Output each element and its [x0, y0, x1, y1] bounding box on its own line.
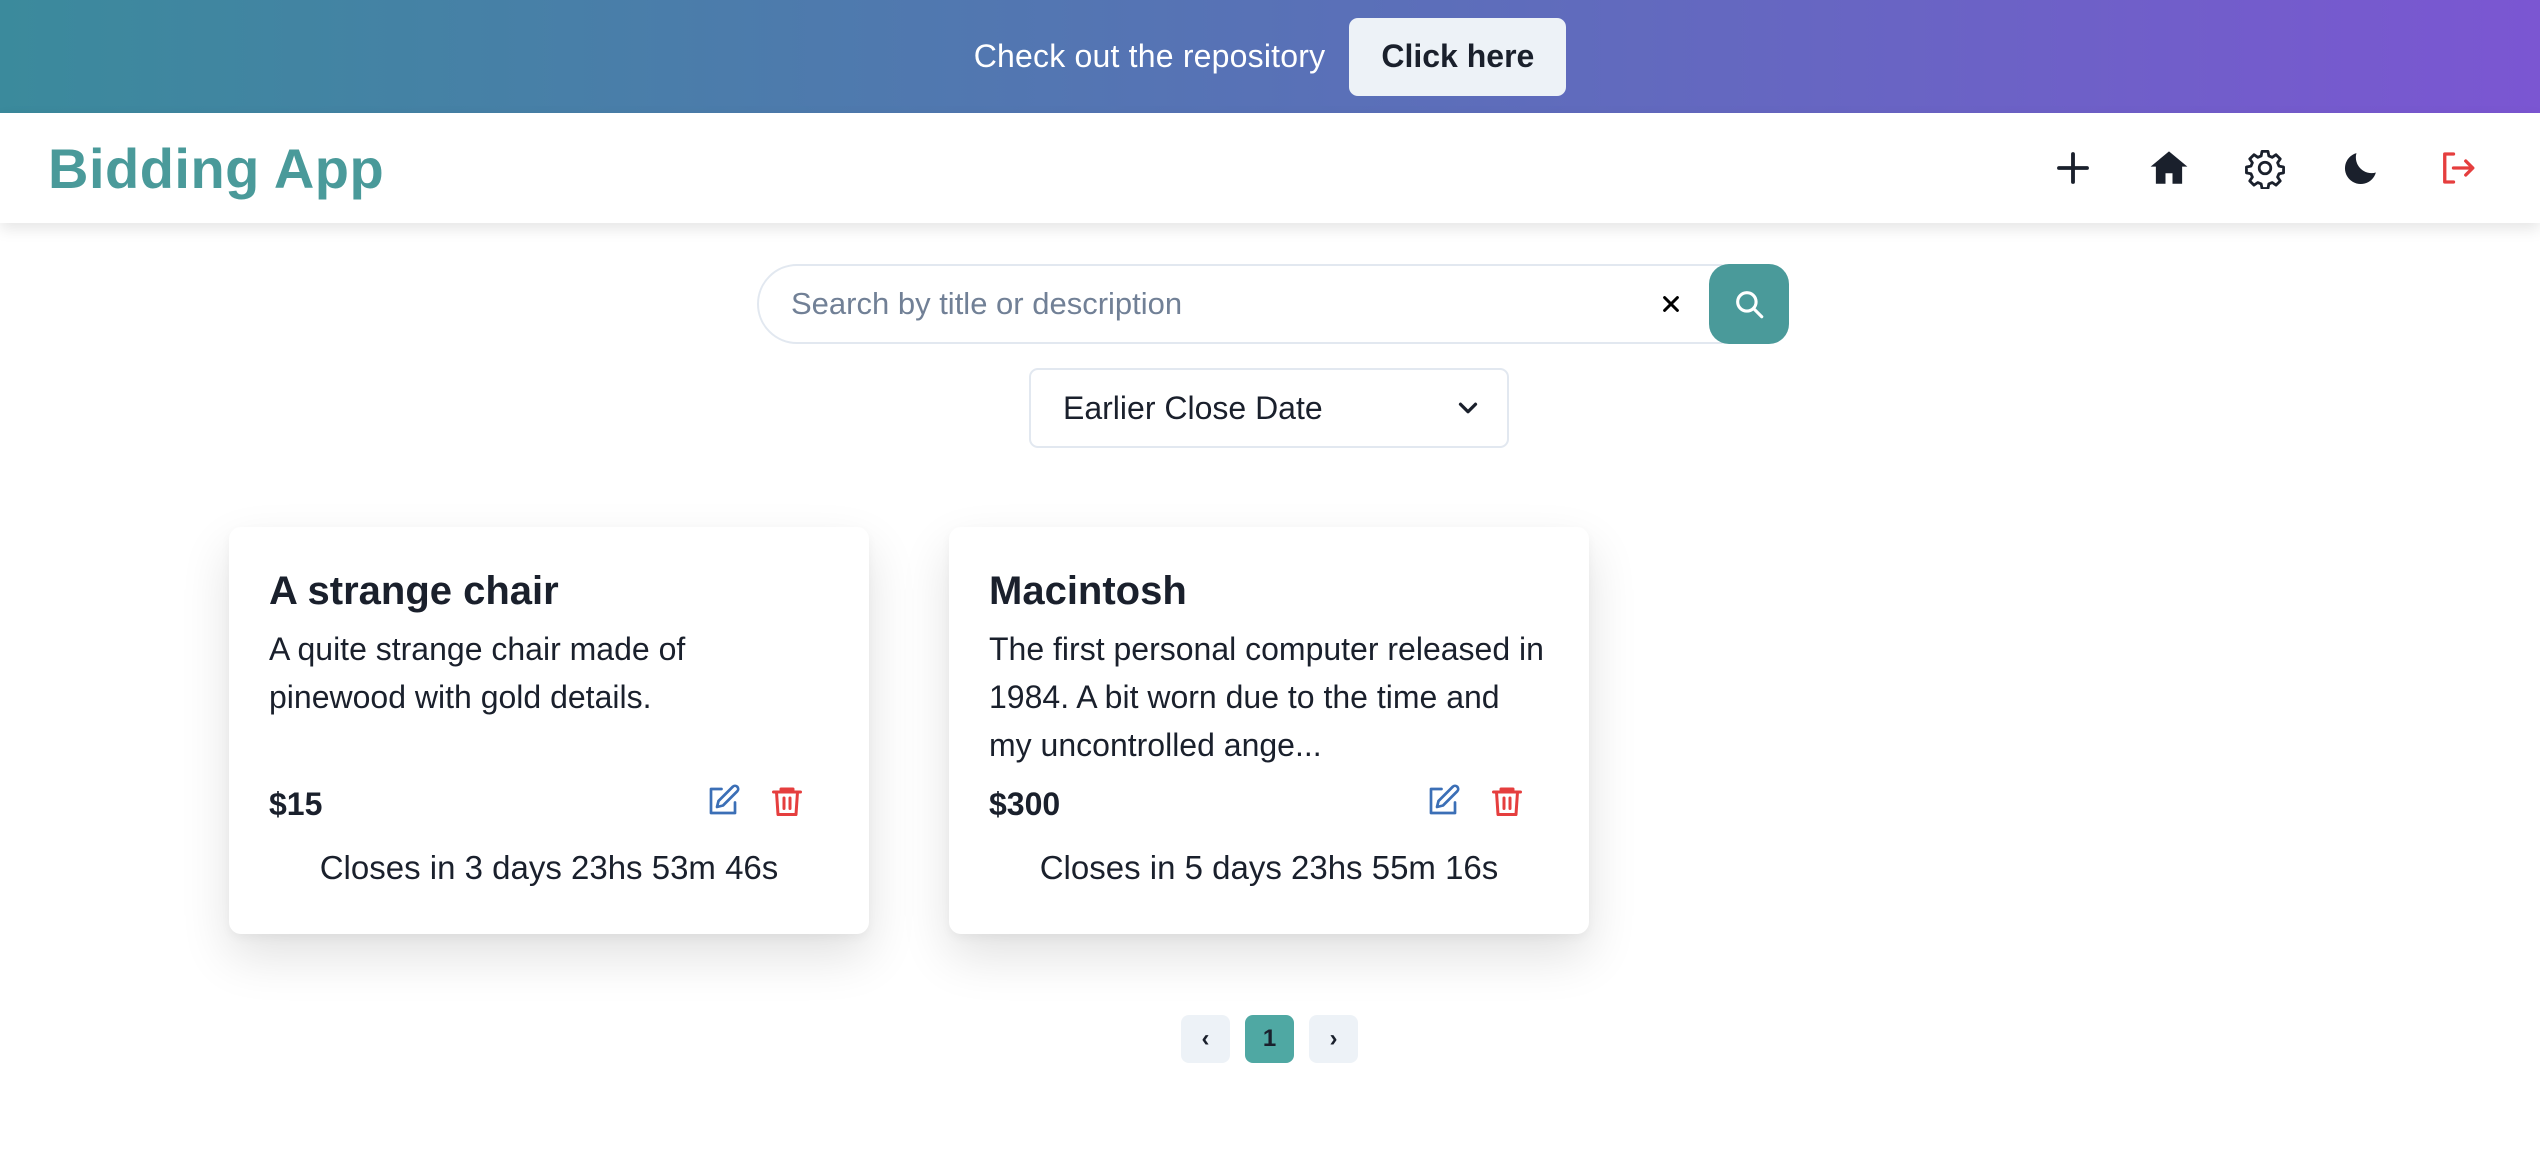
next-page-button[interactable]: › — [1309, 1015, 1358, 1063]
nav-actions — [2048, 143, 2492, 193]
delete-item-button[interactable] — [1489, 783, 1525, 819]
moon-icon — [2344, 153, 2376, 185]
trash-icon — [1492, 787, 1522, 816]
promo-banner: Check out the repository Click here — [0, 0, 2540, 113]
home-icon — [2150, 151, 2188, 184]
item-card[interactable]: Macintosh The first personal computer re… — [949, 527, 1589, 934]
search-input[interactable] — [757, 264, 1757, 344]
chevron-down-icon — [1458, 402, 1478, 414]
item-title: A strange chair — [269, 569, 559, 613]
sort-selected-value: Earlier Close Date — [1063, 389, 1323, 426]
previous-page-button[interactable]: ‹ — [1181, 1015, 1230, 1063]
edit-item-button[interactable] — [705, 783, 741, 819]
clear-search-button[interactable] — [1651, 284, 1691, 324]
item-closes-countdown: Closes in 5 days 23hs 55m 16s — [1039, 849, 1499, 886]
edit-item-button[interactable] — [1425, 783, 1461, 819]
banner-text: Check out the repository — [973, 38, 1326, 74]
edit-icon — [709, 784, 740, 815]
search-button[interactable] — [1709, 264, 1789, 344]
page-button[interactable]: 1 — [1245, 1015, 1294, 1063]
trash-icon — [772, 787, 802, 816]
app-title[interactable]: Bidding App — [48, 136, 384, 201]
repository-link-button[interactable]: Click here — [1349, 17, 1567, 96]
item-description: A quite strange chair made of pinewood w… — [269, 631, 686, 715]
logout-button[interactable] — [2432, 143, 2482, 193]
add-item-button[interactable] — [2048, 143, 2098, 193]
item-card[interactable]: A strange chair A quite strange chair ma… — [229, 527, 869, 934]
dark-mode-toggle[interactable] — [2336, 143, 2386, 193]
gear-icon — [2245, 149, 2285, 189]
edit-icon — [1429, 784, 1460, 815]
settings-button[interactable] — [2240, 143, 2290, 193]
item-price: $15 — [269, 786, 323, 822]
item-title: Macintosh — [989, 569, 1187, 613]
sort-select[interactable]: Earlier Close Date — [1029, 368, 1509, 448]
home-button[interactable] — [2144, 143, 2194, 193]
delete-item-button[interactable] — [769, 783, 805, 819]
search-bar — [757, 264, 1789, 344]
item-description: The first personal computer released in … — [989, 631, 1544, 763]
close-icon — [1663, 296, 1679, 312]
navbar: Bidding App — [0, 113, 2540, 223]
search-icon — [1736, 291, 1764, 319]
plus-icon — [2057, 152, 2089, 184]
item-closes-countdown: Closes in 3 days 23hs 53m 46s — [319, 849, 779, 886]
logout-icon — [2443, 152, 2475, 184]
pagination: ‹ 1 › — [1181, 1015, 1358, 1063]
item-price: $300 — [989, 786, 1061, 822]
